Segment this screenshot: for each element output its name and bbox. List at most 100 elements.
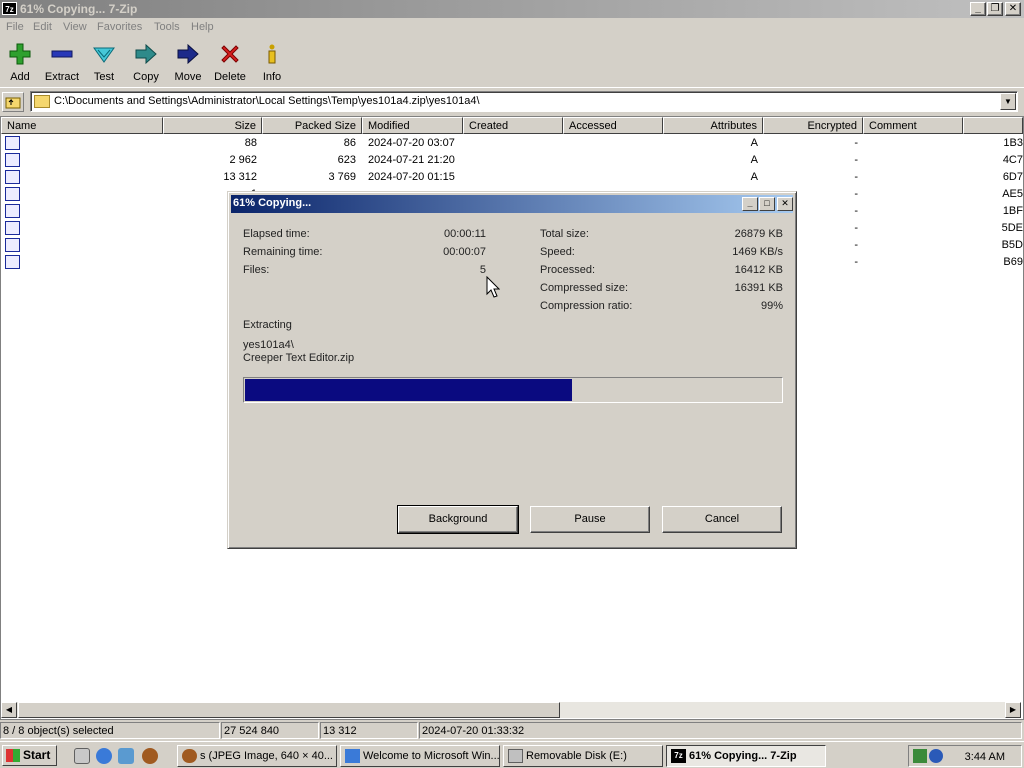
move-button[interactable]: Move — [168, 42, 208, 84]
task-removable-disk[interactable]: Removable Disk (E:) — [503, 745, 663, 767]
7zip-icon: 7z — [671, 749, 686, 763]
scroll-right-button[interactable]: ▶ — [1005, 702, 1021, 718]
menu-bar: File Edit View Favorites Tools Help — [0, 18, 1024, 38]
menu-favorites[interactable]: Favorites — [97, 21, 142, 33]
toolbar: Add Extract Test Copy Move Delete Info — [0, 38, 1024, 88]
task-jpeg-image[interactable]: s (JPEG Image, 640 × 40... — [177, 745, 337, 767]
table-row[interactable]: 88 86 2024-07-20 03:07 A - 1B3 — [1, 135, 1023, 152]
column-modified[interactable]: Modified — [362, 117, 463, 134]
file-icon — [5, 187, 20, 201]
copy-button[interactable]: Copy — [126, 42, 166, 84]
column-accessed[interactable]: Accessed — [563, 117, 663, 134]
internet-explorer-icon[interactable] — [96, 748, 112, 764]
status-modified: 2024-07-20 01:33:32 — [419, 722, 1022, 739]
column-attributes[interactable]: Attributes — [663, 117, 763, 134]
folder-icon — [34, 95, 50, 108]
menu-tools[interactable]: Tools — [154, 21, 180, 33]
menu-file[interactable]: File — [6, 21, 24, 33]
media-player-icon[interactable] — [142, 748, 158, 764]
cell-encrypted: - — [854, 137, 858, 149]
dialog-close-button[interactable]: ✕ — [777, 197, 793, 211]
system-tray: 3:44 AM — [908, 745, 1022, 767]
address-path: C:\Documents and Settings\Administrator\… — [54, 95, 480, 107]
clock: 3:44 AM — [964, 751, 1005, 763]
move-label: Move — [174, 71, 202, 83]
dialog-minimize-button[interactable]: _ — [742, 197, 758, 211]
cell-encrypted: - — [854, 154, 858, 166]
menu-view[interactable]: View — [63, 21, 87, 33]
scroll-thumb[interactable] — [18, 702, 560, 718]
file-icon — [5, 153, 20, 167]
help-icon — [345, 749, 360, 763]
maximize-button[interactable]: ❐ — [987, 2, 1003, 16]
up-folder-button[interactable] — [2, 92, 24, 112]
elapsed-label: Elapsed time: — [243, 228, 310, 240]
progress-fill — [245, 379, 572, 401]
task-label: s (JPEG Image, 640 × 40... — [200, 750, 333, 762]
elapsed-value: 00:00:11 — [443, 228, 486, 240]
total-size-label: Total size: — [540, 228, 589, 240]
task-7zip-copying[interactable]: 7z 61% Copying... 7-Zip — [666, 745, 826, 767]
column-packed-size[interactable]: Packed Size — [262, 117, 362, 134]
task-label: Welcome to Microsoft Win... — [363, 750, 500, 762]
cell-crc: 5DE — [1001, 222, 1023, 234]
column-size[interactable]: Size — [163, 117, 262, 134]
menu-help[interactable]: Help — [191, 21, 214, 33]
column-crc[interactable] — [963, 117, 1023, 134]
network-icon[interactable] — [913, 749, 927, 763]
horizontal-scrollbar[interactable]: ◀ ▶ — [1, 702, 1021, 718]
cancel-button[interactable]: Cancel — [662, 506, 782, 533]
cell-crc: AE5 — [1002, 188, 1023, 200]
mouse-cursor-icon — [486, 276, 500, 298]
address-field[interactable]: C:\Documents and Settings\Administrator\… — [30, 91, 1018, 112]
column-encrypted[interactable]: Encrypted — [763, 117, 863, 134]
compressed-size-label: Compressed size: — [540, 282, 629, 294]
add-label: Add — [10, 71, 30, 83]
browser-icon — [182, 749, 197, 763]
dialog-maximize-button[interactable]: □ — [759, 197, 775, 211]
menu-edit[interactable]: Edit — [33, 21, 52, 33]
column-created[interactable]: Created — [463, 117, 563, 134]
table-row[interactable]: 13 312 3 769 2024-07-20 01:15 A - 6D7 — [1, 169, 1023, 186]
move-icon — [177, 43, 199, 65]
table-row[interactable]: 2 962 623 2024-07-21 21:20 A - 4C7 — [1, 152, 1023, 169]
status-selected: 8 / 8 object(s) selected — [0, 722, 220, 739]
dialog-titlebar[interactable]: 61% Copying... _ □ ✕ — [231, 195, 793, 213]
close-button[interactable]: ✕ — [1005, 2, 1021, 16]
cell-crc: B5D — [1001, 239, 1023, 251]
windows-explorer-icon[interactable] — [118, 748, 134, 764]
delete-icon — [221, 45, 239, 63]
progress-dialog: 61% Copying... _ □ ✕ Elapsed time: 00:00… — [227, 191, 797, 549]
window-titlebar[interactable]: 7z 61% Copying... 7-Zip _ ❐ ✕ — [0, 0, 1024, 18]
tray-app-icon[interactable] — [929, 749, 943, 763]
background-button[interactable]: Background — [397, 505, 519, 534]
add-button[interactable]: Add — [0, 42, 40, 84]
taskbar: Start s (JPEG Image, 640 × 40... Welcome… — [0, 741, 1024, 768]
test-icon — [93, 47, 115, 63]
minimize-button[interactable]: _ — [970, 2, 986, 16]
column-name[interactable]: Name — [1, 117, 163, 134]
column-comment[interactable]: Comment — [863, 117, 963, 134]
file-icon — [5, 255, 20, 269]
pause-button[interactable]: Pause — [530, 506, 650, 533]
start-button[interactable]: Start — [2, 745, 57, 766]
delete-label: Delete — [214, 71, 246, 83]
delete-button[interactable]: Delete — [210, 42, 250, 84]
operation-label: Extracting — [243, 319, 292, 331]
address-dropdown-button[interactable]: ▼ — [1000, 93, 1016, 110]
scroll-left-button[interactable]: ◀ — [1, 702, 17, 718]
up-folder-icon — [5, 97, 21, 109]
extract-button[interactable]: Extract — [42, 42, 82, 84]
progress-bar — [243, 377, 783, 403]
cell-attributes: A — [750, 171, 758, 183]
remaining-label: Remaining time: — [243, 246, 323, 258]
total-size-value: 26879 KB — [734, 228, 783, 240]
info-button[interactable]: Info — [252, 42, 292, 84]
processed-label: Processed: — [540, 264, 596, 276]
show-desktop-icon[interactable] — [74, 748, 90, 764]
test-button[interactable]: Test — [84, 42, 124, 84]
task-welcome-windows[interactable]: Welcome to Microsoft Win... — [340, 745, 500, 767]
cell-packed-size: 623 — [337, 154, 356, 166]
file-icon — [5, 238, 20, 252]
task-label: Removable Disk (E:) — [526, 750, 627, 762]
